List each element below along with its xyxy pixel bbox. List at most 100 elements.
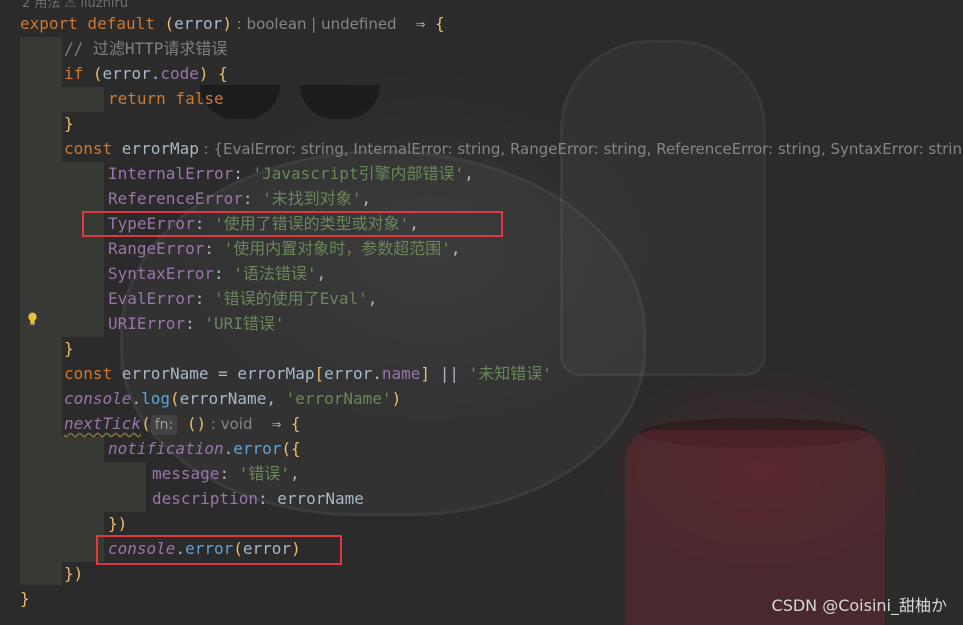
code-token: RangeError <box>108 239 205 258</box>
code-token: errorName = errorMap <box>121 364 315 383</box>
code-token: ( <box>92 64 103 83</box>
code-token: '未知错误' <box>468 364 552 383</box>
code-token: , <box>361 189 372 208</box>
code-token: 'URI错误' <box>204 314 285 333</box>
indent-guide-return <box>62 87 104 112</box>
code-token: message <box>152 464 220 483</box>
intention-bulb-icon[interactable] <box>27 312 38 325</box>
code-token: ( <box>141 414 151 433</box>
code-token: ⇒ <box>262 414 291 433</box>
code-token: error. <box>102 64 161 83</box>
highlight-box-console-error <box>96 535 342 565</box>
code-line[interactable]: const errorMap : {EvalError: string, Int… <box>64 136 963 161</box>
code-token: } <box>64 114 74 133</box>
code-token: '错误' <box>238 464 290 483</box>
code-line[interactable]: } <box>64 336 74 361</box>
code-token: export default <box>20 14 165 33</box>
code-token: errorMap <box>121 139 199 158</box>
watermark: CSDN @Coisini_甜柚か <box>771 596 947 615</box>
code-token: InternalError <box>108 164 234 183</box>
code-line[interactable]: const errorName = errorMap[error.name] |… <box>64 361 552 386</box>
code-token: name <box>381 364 421 383</box>
code-token: : <box>242 189 263 208</box>
code-line[interactable]: nextTick(fn: () : void ⇒ { <box>64 411 301 436</box>
code-token: errorName, <box>179 389 286 408</box>
type-hint: : void <box>206 415 263 433</box>
code-line[interactable]: message: '错误', <box>152 461 300 486</box>
code-token: if <box>64 64 93 83</box>
background-illustration-mug-top <box>640 418 870 448</box>
code-token: ] <box>420 364 431 383</box>
code-token: || <box>430 364 469 383</box>
code-token: ) <box>198 64 209 83</box>
code-token: '未找到对象' <box>262 189 362 208</box>
code-line[interactable]: } <box>20 586 30 611</box>
code-token: ReferenceError <box>108 189 243 208</box>
code-token: return false <box>108 89 224 108</box>
code-token: URIError <box>108 314 186 333</box>
code-line[interactable]: if (error.code) { <box>64 61 228 86</box>
code-line[interactable]: URIError: 'URI错误' <box>108 311 285 336</box>
code-token: notification <box>108 439 224 458</box>
code-line[interactable]: notification.error({ <box>108 436 301 461</box>
code-token: ( <box>169 389 180 408</box>
code-line[interactable]: }) <box>64 561 83 586</box>
code-line[interactable]: InternalError: 'Javascript引擎内部错误', <box>108 161 474 186</box>
code-line[interactable]: // 过滤HTTP请求错误 <box>64 36 227 61</box>
code-token: : <box>204 239 224 258</box>
background-illustration-glasses-right <box>300 85 380 119</box>
code-token: const <box>64 364 122 383</box>
code-line[interactable]: EvalError: '错误的使用了Eval', <box>108 286 377 311</box>
code-line[interactable]: RangeError: '使用内置对象时，参数超范围', <box>108 236 461 261</box>
code-token: , <box>316 264 327 283</box>
code-line[interactable]: SyntaxError: '语法错误', <box>108 261 326 286</box>
code-token: : <box>219 464 239 483</box>
code-token: } <box>20 589 30 608</box>
code-token: , <box>450 239 461 258</box>
code-token: { <box>291 439 301 458</box>
type-hint: : boolean | undefined <box>231 15 407 33</box>
indent-guide-errormap <box>62 162 104 337</box>
code-editor[interactable]: 2 用法 ⚠ liuzhiru export default (error) :… <box>0 0 963 625</box>
code-line[interactable]: console.log(errorName, 'errorName') <box>64 386 401 411</box>
code-line[interactable]: description: errorName <box>152 486 364 511</box>
code-line[interactable]: export default (error) : boolean | undef… <box>20 11 445 36</box>
code-token: : errorName <box>257 489 364 508</box>
code-token: { <box>218 64 228 83</box>
code-token: 'errorName' <box>285 389 392 408</box>
code-token: 'Javascript引擎内部错误' <box>252 164 465 183</box>
code-token: ( <box>281 439 292 458</box>
code-token: , <box>367 289 378 308</box>
code-token: : <box>185 314 205 333</box>
code-token: description <box>152 489 258 508</box>
code-token: '使用内置对象时，参数超范围' <box>223 239 451 258</box>
code-token: ) <box>391 389 402 408</box>
code-line[interactable]: return false <box>108 86 224 111</box>
author-hint: 2 用法 ⚠ liuzhiru <box>22 0 129 11</box>
code-token: SyntaxError <box>108 264 214 283</box>
code-token: . <box>131 389 142 408</box>
code-token: error <box>233 439 282 458</box>
code-token: ) <box>73 564 84 583</box>
code-token: [ <box>314 364 325 383</box>
code-token: // 过滤HTTP请求错误 <box>64 39 228 58</box>
code-token: : <box>233 164 253 183</box>
code-token: console <box>64 389 132 408</box>
code-token: } <box>64 564 74 583</box>
code-token: , <box>464 164 474 183</box>
code-token: ( <box>164 14 175 33</box>
code-token: '错误的使用了Eval' <box>213 289 368 308</box>
code-token: const <box>64 139 122 158</box>
indent-guide-notification <box>104 462 146 512</box>
code-token: nextTick <box>64 414 142 433</box>
code-line[interactable]: }) <box>108 511 127 536</box>
parameter-hint: fn: <box>150 415 178 435</box>
code-line[interactable]: ReferenceError: '未找到对象', <box>108 186 371 211</box>
background-illustration-hand <box>560 40 766 376</box>
code-line[interactable]: } <box>64 111 74 136</box>
code-token: EvalError <box>108 289 195 308</box>
code-token: : <box>194 289 214 308</box>
code-token: code <box>160 64 199 83</box>
